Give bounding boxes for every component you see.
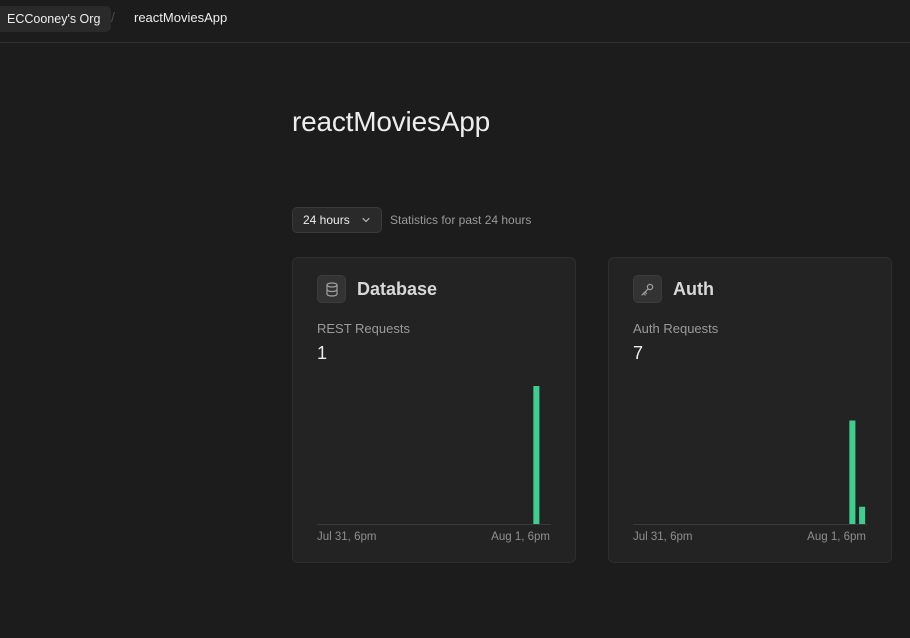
auth-card-title: Auth: [673, 279, 714, 299]
org-switcher-button[interactable]: ECCooney's Org: [0, 6, 112, 32]
chart-axis-end-label: Aug 1, 6pm: [807, 531, 866, 543]
auth-requests-chart: [633, 420, 867, 525]
page-title: reactMoviesApp: [292, 106, 490, 137]
database-card[interactable]: Database REST Requests 1 Jul 31, 6pm Aug…: [292, 257, 576, 563]
rest-requests-value: 1: [317, 343, 328, 363]
chart-bar: [533, 386, 540, 524]
database-card-title: Database: [357, 279, 438, 299]
time-range-value: 24 hours: [303, 213, 350, 227]
chart-bar: [859, 506, 866, 524]
top-bar: ECCooney's Org / reactMoviesApp: [0, 0, 910, 43]
time-range-select[interactable]: 24 hours: [292, 207, 382, 233]
breadcrumb-project-link[interactable]: reactMoviesApp: [134, 10, 227, 25]
rest-requests-chart: [317, 386, 551, 525]
database-icon: [317, 275, 346, 303]
key-icon: [633, 275, 662, 303]
chart-axis-start-label: Jul 31, 6pm: [317, 531, 377, 543]
auth-card[interactable]: Auth Auth Requests 7 Jul 31, 6pm Aug 1, …: [608, 257, 892, 563]
auth-requests-label: Auth Requests: [633, 321, 719, 336]
breadcrumb-separator: /: [111, 9, 115, 25]
rest-requests-label: REST Requests: [317, 321, 410, 336]
chart-axis-start-label: Jul 31, 6pm: [633, 531, 693, 543]
chart-bar: [849, 420, 856, 524]
chevron-down-icon: [362, 217, 370, 223]
range-caption: Statistics for past 24 hours: [390, 213, 532, 227]
auth-requests-value: 7: [633, 343, 644, 363]
chart-axis-end-label: Aug 1, 6pm: [491, 531, 550, 543]
